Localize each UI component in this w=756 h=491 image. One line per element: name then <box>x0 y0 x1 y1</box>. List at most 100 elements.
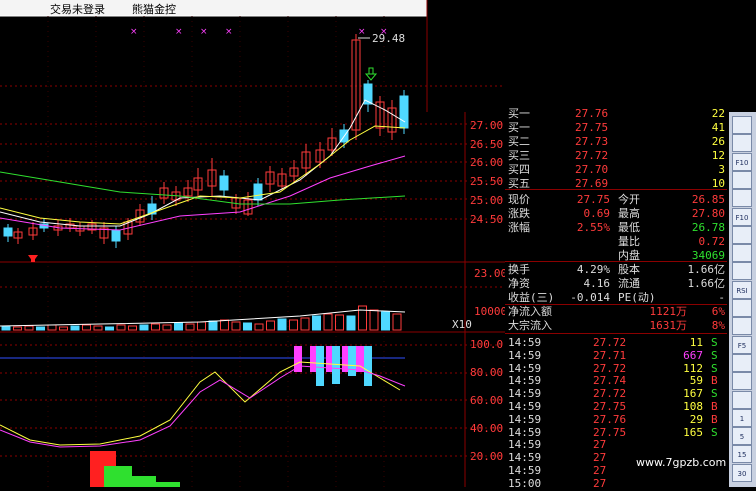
toolbar-15min-button[interactable]: 15 <box>732 445 752 464</box>
toolbar-f5-button[interactable]: F5 <box>732 335 752 354</box>
toolbar-1min-button[interactable]: 1 <box>732 408 752 427</box>
volume-bar <box>185 323 195 331</box>
bid-row: 买一 27.75 41 <box>505 121 727 135</box>
flow-label: 大宗流入 <box>508 319 552 332</box>
stat-row: 涨幅 2.55% 最低 26.78 <box>505 221 727 235</box>
stat-label: 涨幅 <box>508 221 530 234</box>
signal-marker: × <box>225 27 233 37</box>
bid-price: 27.75 <box>575 121 609 134</box>
toolbar-5min-button[interactable]: 5 <box>732 427 752 446</box>
stat-label: 最低 <box>618 221 640 234</box>
indicator-d-line <box>0 365 406 448</box>
toolbar-rsi-button[interactable]: RSI <box>732 280 752 299</box>
volume-bar <box>254 323 264 331</box>
toolbar-lines-icon[interactable] <box>732 262 752 281</box>
toolbar-scroll-icon[interactable] <box>732 390 752 409</box>
volume-ma-line <box>0 309 406 327</box>
quote-separator <box>505 304 727 305</box>
volume-bar <box>162 324 172 331</box>
bid-price: 27.70 <box>575 163 609 176</box>
flow-label: 净流入额 <box>508 305 552 318</box>
volume-bar <box>243 322 252 331</box>
candle-body <box>253 183 263 201</box>
toolbar-menu-icon[interactable] <box>732 353 752 372</box>
stat-value: 26.78 <box>691 221 725 234</box>
sell-arrow-icon <box>364 73 378 81</box>
volume-bar <box>231 321 241 331</box>
fund-label: 收益(三) <box>508 291 555 304</box>
stat-row: 现价 27.75 今开 26.85 <box>505 193 727 207</box>
ma5-line <box>0 99 406 227</box>
fund-value: 1.66亿 <box>687 263 726 276</box>
toolbar-pen-icon[interactable] <box>732 372 752 391</box>
stat-label: 现价 <box>508 193 530 206</box>
quote-separator <box>505 261 727 262</box>
sell-arrow-stem <box>368 67 374 75</box>
volume-bar <box>24 325 34 331</box>
stat-value: 0.72 <box>698 235 726 248</box>
bid-volume: 3 <box>718 163 725 176</box>
stock-terminal-window: 交易未登录 熊猫金控 27.00 26.50 26.00 25.50 25.00 24.5… <box>0 0 756 490</box>
volume-bar <box>82 324 91 331</box>
stat-label: 今开 <box>618 193 640 206</box>
volume-bar <box>70 325 80 331</box>
fund-row: 净资 4.16 流通 1.66亿 <box>505 277 727 291</box>
chart-area[interactable]: 27.00 26.50 26.00 25.50 25.00 24.50 23.00 10000… <box>0 0 505 487</box>
toolbar-f10-button[interactable]: F10 <box>732 152 752 171</box>
toolbar-flag-icon[interactable] <box>732 134 752 153</box>
price-axis-label: 26.00 <box>470 156 503 169</box>
bid-label: 买二 <box>508 135 530 148</box>
volume-bar <box>312 315 321 331</box>
stat-value: 0.69 <box>583 207 611 220</box>
volume-bar <box>139 324 149 331</box>
volume-bar <box>346 315 356 331</box>
volume-bar <box>289 319 298 331</box>
volume-bar <box>36 326 45 331</box>
volume-bar <box>59 326 68 331</box>
toolbar-alert-icon[interactable] <box>732 299 752 317</box>
fund-value: 4.29% <box>576 263 610 276</box>
toolbar-chart-icon[interactable] <box>732 116 752 134</box>
volume-bar <box>381 311 390 331</box>
bid-volume: 26 <box>711 135 725 148</box>
toolbar-layout-icon[interactable] <box>732 189 752 208</box>
volume-bar <box>174 322 183 331</box>
volume-bar <box>335 314 344 331</box>
bid-price: 27.76 <box>575 107 609 120</box>
price-axis-label: 25.50 <box>470 175 503 188</box>
indicator-axis-label: 60.00 <box>470 394 503 407</box>
bid-price: 27.72 <box>575 149 609 162</box>
tick-row: 15:00 27 <box>505 477 727 491</box>
stat-label: 量比 <box>618 235 640 248</box>
fund-row: 收益(三) -0.014 PE(动) - <box>505 291 727 305</box>
toolbar-view-icon[interactable] <box>732 244 752 263</box>
toolbar-30min-button[interactable]: 30 <box>732 463 752 482</box>
fund-value: 4.16 <box>583 277 611 290</box>
fund-label: PE(动) <box>618 291 656 304</box>
volume-bar <box>208 320 218 331</box>
indicator-axis-label: 80.00 <box>470 366 503 379</box>
price-axis-label: 26.50 <box>470 138 503 151</box>
signal-marker: × <box>200 27 208 37</box>
volume-bar <box>220 319 229 331</box>
quote-separator <box>505 333 727 334</box>
toolbar-f10b-button[interactable]: F10 <box>732 207 752 226</box>
histogram-green-bar <box>150 482 180 487</box>
toolbar-grid-icon[interactable] <box>732 170 752 189</box>
right-toolbar: F10 F10 RSI F5 1 5 15 30 <box>729 112 756 487</box>
indicator-axis-label: 40.00 <box>470 422 503 435</box>
toolbar-ruler-icon[interactable] <box>732 317 752 336</box>
fund-label: 股本 <box>618 263 640 276</box>
bid-volume: 22 <box>711 107 725 120</box>
stat-value: 27.80 <box>691 207 725 220</box>
volume-bar <box>13 326 22 331</box>
volume-bar <box>151 323 160 331</box>
fund-value: 1.66亿 <box>687 277 726 290</box>
candle-body <box>219 175 229 191</box>
fund-row: 换手 4.29% 股本 1.66亿 <box>505 263 727 277</box>
flow-pct: 8% <box>711 319 725 332</box>
toolbar-list-icon[interactable] <box>732 225 752 244</box>
volume-bar <box>277 318 287 331</box>
indicator-axis-label: 100.0 <box>470 338 503 351</box>
tick-price: 27 <box>593 476 607 490</box>
